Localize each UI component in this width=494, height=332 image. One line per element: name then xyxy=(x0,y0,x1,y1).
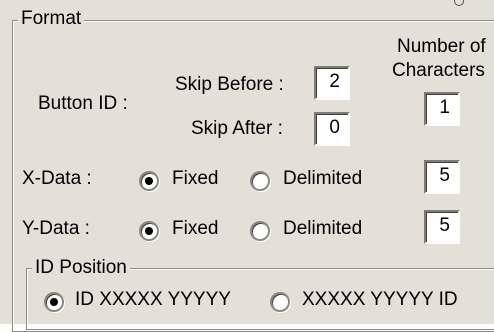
y-data-fixed-label[interactable]: Fixed xyxy=(172,218,218,240)
x-data-chars-input[interactable]: 5 xyxy=(424,160,460,194)
y-data-delimited-radio[interactable] xyxy=(250,221,270,241)
button-id-label: Button ID : xyxy=(38,93,128,114)
id-position-option1-dot xyxy=(50,298,58,306)
x-data-label: X-Data : xyxy=(22,168,92,189)
y-data-fixed-dot xyxy=(145,227,153,235)
y-data-delimited-label[interactable]: Delimited xyxy=(283,218,362,240)
id-position-legend: ID Position xyxy=(32,257,130,279)
id-position-option1-radio[interactable] xyxy=(44,292,64,312)
format-panel: Format Number of Characters Button ID : … xyxy=(0,0,494,332)
skip-before-input[interactable]: 2 xyxy=(314,66,350,100)
x-data-delimited-label[interactable]: Delimited xyxy=(283,168,362,190)
cursor-fragment-icon xyxy=(454,0,464,6)
number-of-characters-label-line1: Number of xyxy=(397,36,486,57)
y-data-chars-input[interactable]: 5 xyxy=(424,210,460,244)
x-data-delimited-radio[interactable] xyxy=(250,171,270,191)
format-legend: Format xyxy=(18,8,85,30)
x-data-fixed-dot xyxy=(145,177,153,185)
number-of-characters-label-line2: Characters xyxy=(392,60,485,81)
skip-before-label: Skip Before : xyxy=(175,74,284,95)
id-position-option1-label[interactable]: ID XXXXX YYYYY xyxy=(75,289,231,311)
x-data-fixed-radio[interactable] xyxy=(139,171,159,191)
y-data-label: Y-Data : xyxy=(22,218,90,239)
x-data-fixed-label[interactable]: Fixed xyxy=(172,168,218,190)
skip-after-input[interactable]: 0 xyxy=(314,112,350,146)
id-position-option2-radio[interactable] xyxy=(270,292,290,312)
y-data-fixed-radio[interactable] xyxy=(139,221,159,241)
id-position-option2-label[interactable]: XXXXX YYYYY ID xyxy=(302,289,458,311)
skip-after-label: Skip After : xyxy=(191,118,283,139)
button-id-chars-input[interactable]: 1 xyxy=(424,92,460,126)
